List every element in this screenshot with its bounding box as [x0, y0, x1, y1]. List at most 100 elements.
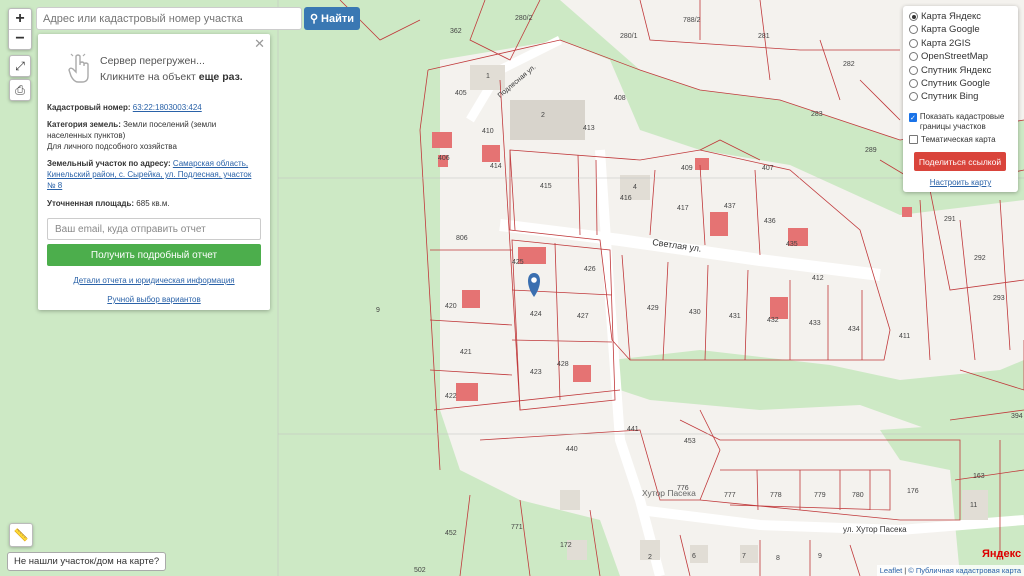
- parcel-number: 777: [724, 492, 736, 499]
- parcel-number: 408: [614, 95, 626, 102]
- parcel-number: 423: [530, 369, 542, 376]
- parcel-number: 427: [577, 313, 589, 320]
- parcel-number: 780: [852, 492, 864, 499]
- parcel-number: 434: [848, 326, 860, 333]
- thematic-map-checkbox[interactable]: Тематическая карта: [909, 135, 996, 144]
- street-hutor: Хутор Пасека: [642, 488, 696, 498]
- parcel-number: 779: [814, 492, 826, 499]
- search-button[interactable]: ⚲ Найти: [304, 7, 360, 30]
- layer-option-label: Карта Яндекс: [921, 11, 982, 22]
- hand-pointer-icon: [68, 52, 89, 83]
- share-link-button[interactable]: Поделиться ссылкой: [914, 152, 1006, 171]
- layer-option-label: OpenStreetMap: [921, 51, 989, 63]
- layer-option[interactable]: OpenStreetMap: [909, 51, 988, 62]
- details-link[interactable]: Детали отчета и юридическая информация: [38, 276, 270, 285]
- server-message: Сервер перегружен... Кликните на объект …: [100, 55, 243, 83]
- layer-option[interactable]: Спутник Google: [909, 78, 990, 89]
- show-borders-checkbox[interactable]: ✓ Показать кадастровые границы участков: [909, 112, 1013, 132]
- search-input[interactable]: [36, 7, 302, 30]
- layer-option[interactable]: Карта Google: [909, 24, 980, 35]
- parcel-number: 416: [620, 195, 632, 202]
- radio-icon: [909, 12, 918, 21]
- parcel-number: 405: [455, 90, 467, 97]
- get-report-button[interactable]: Получить подробный отчет: [47, 244, 261, 266]
- search-button-label: Найти: [321, 12, 355, 25]
- parcel-number: 292: [974, 255, 986, 262]
- leaflet-link[interactable]: Leaflet: [880, 566, 903, 575]
- parcel-number: 1: [486, 73, 490, 80]
- land-use-row: Для личного подсобного хозяйства: [47, 142, 177, 151]
- parcel-number: 428: [557, 361, 569, 368]
- parcel-number: 422: [445, 393, 457, 400]
- layer-option-label: Спутник Google: [921, 78, 991, 89]
- parcel-number: 394: [1011, 413, 1023, 420]
- parcel-number: 430: [689, 309, 701, 316]
- parcel-number: 411: [899, 333, 910, 340]
- yandex-logo: Яндекс: [982, 548, 1022, 560]
- parcel-number: 282: [843, 61, 855, 68]
- layer-option[interactable]: Спутник Bing: [909, 91, 978, 102]
- print-button[interactable]: ⎙: [9, 79, 31, 101]
- parcel-number: 176: [907, 488, 919, 495]
- ruler-button[interactable]: 📏: [9, 523, 33, 547]
- parcel-number: 420: [445, 303, 457, 310]
- parcel-number: 433: [809, 320, 821, 327]
- zoom-in-button[interactable]: +: [9, 9, 31, 29]
- parcel-number: 163: [973, 473, 985, 480]
- layer-option[interactable]: Карта 2GIS: [909, 38, 971, 49]
- parcel-number: 291: [944, 216, 956, 223]
- layer-option[interactable]: Карта Яндекс: [909, 11, 981, 22]
- parcel-number: 771: [511, 524, 523, 531]
- attribution: Leaflet | © Публичная кадастровая карта: [876, 565, 1024, 576]
- radio-icon: [909, 52, 918, 62]
- printer-icon: ⎙: [15, 82, 25, 97]
- parcel-number: 412: [812, 275, 824, 282]
- parcel-number: 435: [786, 241, 798, 248]
- parcel-number: 432: [767, 317, 779, 324]
- parcel-info-panel: ✕ Сервер перегружен... Кликните на объек…: [38, 34, 270, 310]
- fullscreen-button[interactable]: ⤢: [9, 55, 31, 77]
- cadastral-number-link[interactable]: 63:22:1803003:424: [133, 103, 202, 112]
- parcel-number: 6: [692, 553, 696, 560]
- parcel-number: 429: [647, 305, 659, 312]
- layer-switcher: Карта Яндекс Карта Google Карта 2GIS OpenSt…: [903, 6, 1018, 192]
- parcel-number: 293: [993, 295, 1005, 302]
- manual-choice-link[interactable]: Ручной выбор вариантов: [38, 295, 270, 304]
- radio-icon: [909, 79, 918, 88]
- parcel-number: 409: [681, 165, 693, 172]
- layer-option[interactable]: Спутник Яндекс: [909, 65, 991, 76]
- pkk-link[interactable]: © Публичная кадастровая карта: [908, 566, 1021, 575]
- parcel-number: 9: [818, 553, 822, 560]
- parcel-number: 437: [724, 203, 736, 210]
- cadastral-number-row: Кадастровый номер: 63:22:1803003:424: [47, 103, 202, 112]
- layer-option-label: Спутник Яндекс: [921, 64, 992, 76]
- zoom-out-button[interactable]: −: [9, 28, 31, 50]
- parcel-number: 502: [414, 567, 426, 574]
- layer-option-label: Спутник Bing: [921, 91, 979, 103]
- layer-option-label: Карта 2GIS: [921, 37, 971, 49]
- parcel-number: 421: [460, 349, 472, 356]
- parcel-number: 362: [450, 28, 462, 35]
- land-category-row: Категория земель: Земли поселений (земли…: [47, 120, 217, 140]
- not-found-button[interactable]: Не нашли участок/дом на карте?: [7, 552, 167, 571]
- parcel-number: 281: [758, 33, 770, 40]
- street-hutor-pasek: ул. Хутор Пасека: [843, 525, 907, 534]
- parcel-number: 425: [512, 259, 524, 266]
- parcel-number: 441: [627, 426, 639, 433]
- parcel-number: 413: [583, 125, 595, 132]
- ruler-icon: 📏: [13, 528, 29, 542]
- parcel-number: 410: [482, 128, 494, 135]
- parcel-number: 806: [456, 235, 468, 242]
- email-field[interactable]: Ваш email, куда отправить отчет: [47, 218, 261, 240]
- radio-icon: [909, 92, 918, 102]
- radio-icon: [909, 25, 918, 35]
- parcel-number: 452: [445, 530, 457, 537]
- parcel-number: 11: [970, 502, 977, 509]
- close-icon[interactable]: ✕: [254, 36, 265, 52]
- parcel-number: 453: [684, 438, 696, 445]
- area-row: Уточненная площадь: 685 кв.м.: [47, 199, 170, 208]
- search-icon: ⚲: [309, 13, 319, 25]
- configure-map-link[interactable]: Настроить карту: [903, 178, 1018, 187]
- parcel-number: 2: [541, 112, 545, 119]
- parcel-number: 283: [811, 111, 823, 118]
